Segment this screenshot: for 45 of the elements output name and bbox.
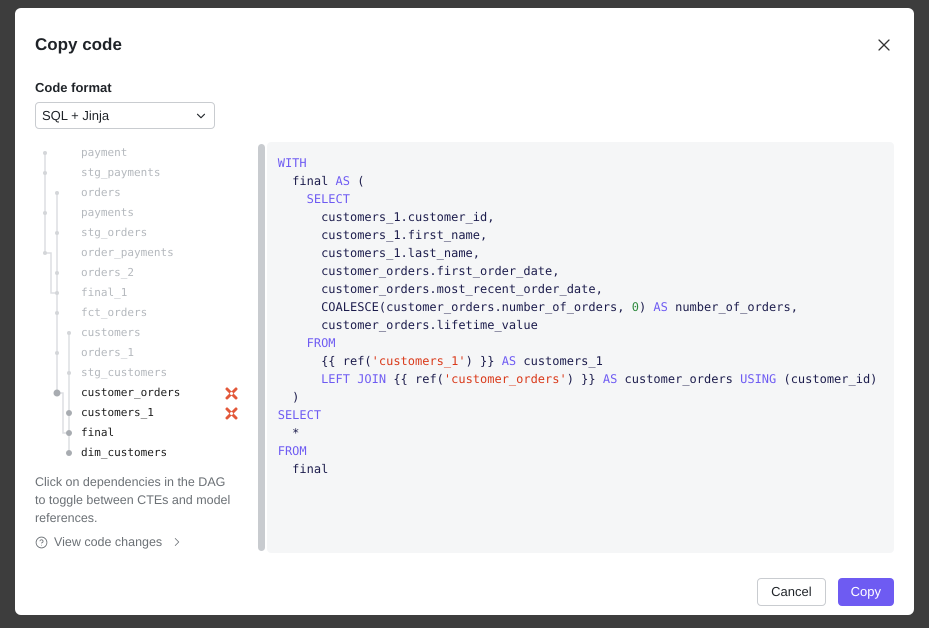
dag-node[interactable]: final_1 — [81, 284, 128, 302]
field-label: Code format — [35, 78, 113, 96]
cross-icon[interactable] — [225, 386, 238, 400]
dag-node[interactable]: customer_orders — [81, 384, 180, 402]
code-line: LEFT JOIN {{ ref('customer_orders') }} AS customer_orders USING (customer_id) — [320, 371, 878, 388]
dag-node[interactable]: customers_1 — [81, 404, 154, 422]
cancel-button[interactable]: Cancel — [757, 578, 826, 606]
dag-node[interactable]: fct_orders — [81, 304, 148, 322]
cross-icon[interactable] — [225, 406, 238, 420]
format-select[interactable]: SQL + Jinja — [35, 102, 215, 129]
dag-node[interactable]: orders_2 — [81, 264, 134, 282]
dag-node[interactable]: orders_1 — [81, 344, 134, 362]
hint-text: Click on dependencies in the DAG to toggle between CTEs and model references. — [35, 474, 232, 527]
code-line: customer_orders.first_order_date, — [320, 263, 560, 280]
dag-node[interactable]: stg_payments — [81, 164, 160, 182]
code-line: final AS ( — [291, 173, 364, 190]
code-line: FROM — [306, 335, 336, 352]
code-line: {{ ref('customers_1') }} AS customers_1 — [320, 353, 603, 370]
dag-node[interactable]: order_payments — [81, 244, 174, 262]
dag-node[interactable]: final — [81, 424, 114, 442]
code-line: * — [291, 425, 300, 442]
code-line: SELECT — [306, 191, 350, 208]
dag-node[interactable]: payment — [81, 144, 128, 162]
dag-node[interactable]: payments — [81, 204, 134, 222]
code-line: customer_orders.most_recent_order_date, — [320, 281, 603, 298]
dialog-title: Copy code — [35, 34, 122, 56]
code-line: FROM — [278, 443, 307, 460]
code-line: customers_1.customer_id, — [320, 209, 494, 226]
code-line: WITH — [278, 155, 307, 172]
help-icon — [35, 536, 48, 549]
dag-node[interactable]: customers — [81, 324, 141, 342]
view-changes-link[interactable]: View code changes — [35, 533, 258, 552]
copy-button[interactable]: Copy — [838, 578, 894, 606]
code-line: customers_1.first_name, — [320, 227, 488, 244]
code-line: customers_1.last_name, — [320, 245, 480, 262]
dag-node[interactable]: dim_customers — [81, 444, 168, 462]
code-line: customer_orders.lifetime_value — [320, 317, 538, 334]
code-line: final — [291, 461, 328, 478]
code-line: SELECT — [278, 407, 322, 424]
scrollbar-thumb[interactable] — [258, 144, 265, 551]
dag-node[interactable]: stg_orders — [81, 224, 148, 242]
dag-node[interactable]: stg_customers — [81, 364, 168, 382]
dag-node[interactable]: orders — [81, 184, 121, 202]
code-line: ) — [291, 389, 300, 406]
code-line: COALESCE(customer_orders.number_of_orders, 0) AS number_of_orders, — [320, 299, 798, 316]
